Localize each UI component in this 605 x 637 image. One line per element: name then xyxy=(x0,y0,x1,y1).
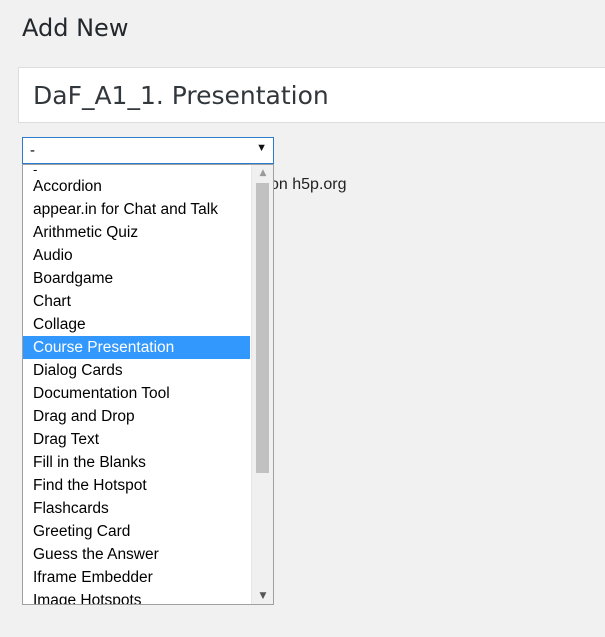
dropdown-option[interactable]: Iframe Embedder xyxy=(23,566,250,589)
dropdown-option[interactable]: Collage xyxy=(23,313,250,336)
dropdown-scrollbar[interactable]: ▲ ▼ xyxy=(251,165,273,604)
dropdown-option[interactable]: Greeting Card xyxy=(23,520,250,543)
chevron-down-icon[interactable]: ▼ xyxy=(256,142,267,154)
dropdown-option[interactable]: appear.in for Chat and Talk xyxy=(23,198,250,221)
dropdown-option[interactable]: Dialog Cards xyxy=(23,359,250,382)
library-dropdown-list[interactable]: - Accordion appear.in for Chat and Talk Ari… xyxy=(22,164,274,605)
scroll-up-arrow-icon[interactable]: ▲ xyxy=(252,165,273,181)
dropdown-option[interactable]: Drag and Drop xyxy=(23,405,250,428)
option-list: - Accordion appear.in for Chat and Talk Ari… xyxy=(23,165,250,604)
dropdown-option[interactable]: Chart xyxy=(23,290,250,313)
dropdown-option[interactable]: Drag Text xyxy=(23,428,250,451)
library-hint-text: on h5p.org xyxy=(270,176,347,193)
dropdown-option[interactable]: Audio xyxy=(23,244,250,267)
dropdown-option[interactable]: Boardgame xyxy=(23,267,250,290)
dropdown-option[interactable]: Course Presentation xyxy=(23,336,250,359)
scroll-down-arrow-icon[interactable]: ▼ xyxy=(252,588,273,604)
dropdown-option[interactable]: Documentation Tool xyxy=(23,382,250,405)
dropdown-option[interactable]: Image Hotspots xyxy=(23,589,250,604)
dropdown-option[interactable]: Guess the Answer xyxy=(23,543,250,566)
dropdown-option[interactable]: Accordion xyxy=(23,175,250,198)
title-input[interactable]: DaF_A1_1. Presentation xyxy=(18,67,605,123)
page: Add New DaF_A1_1. Presentation - ▼ on h5… xyxy=(0,0,605,637)
dropdown-option[interactable]: Flashcards xyxy=(23,497,250,520)
select-current-value: - xyxy=(30,142,35,159)
scroll-thumb[interactable] xyxy=(256,183,269,473)
library-select[interactable]: - ▼ xyxy=(22,137,274,164)
page-title: Add New xyxy=(22,14,129,42)
dropdown-option[interactable]: Fill in the Blanks xyxy=(23,451,250,474)
dropdown-option[interactable]: Find the Hotspot xyxy=(23,474,250,497)
dropdown-option[interactable]: - xyxy=(23,165,250,175)
dropdown-option[interactable]: Arithmetic Quiz xyxy=(23,221,250,244)
